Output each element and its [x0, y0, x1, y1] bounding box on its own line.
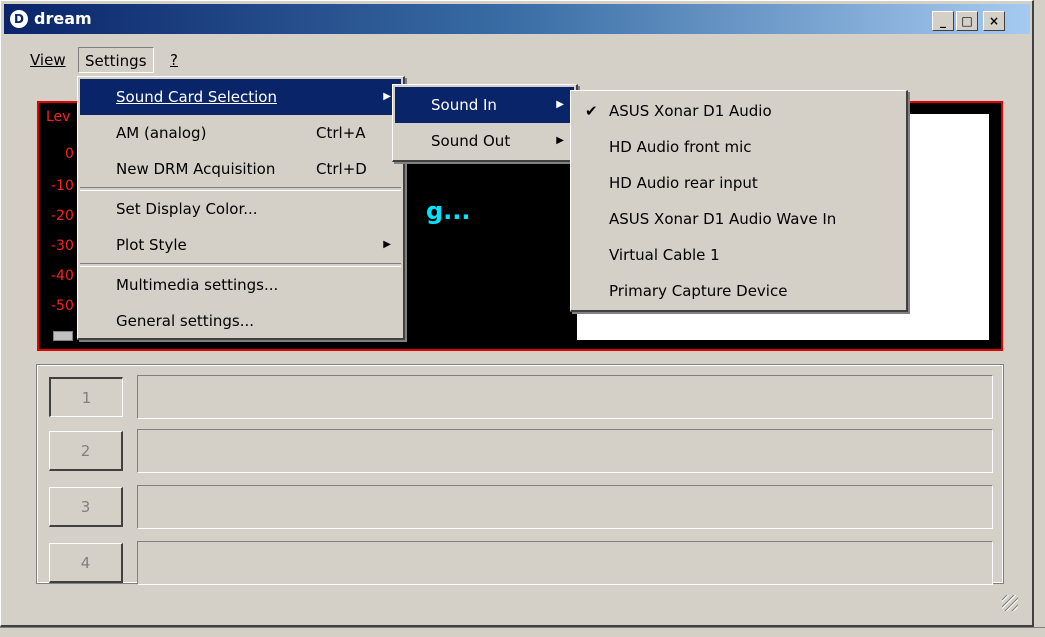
- service-button-1[interactable]: 1: [49, 377, 123, 417]
- menu-item-sound-card-selection[interactable]: Sound Card Selection ▶: [80, 79, 401, 115]
- service-field-1: [137, 375, 993, 419]
- menu-item-multimedia-settings[interactable]: Multimedia settings...: [80, 267, 401, 303]
- chevron-right-icon: ▶: [556, 135, 564, 146]
- settings-menu: Sound Card Selection ▶ AM (analog) Ctrl+A …: [77, 76, 405, 340]
- scale-label: -20: [51, 208, 74, 224]
- title-bar[interactable]: D dream _ □ ×: [4, 4, 1030, 34]
- menu-item-sound-in-device[interactable]: ASUS Xonar D1 Audio Wave In: [573, 201, 904, 237]
- level-label: Lev: [46, 109, 71, 125]
- close-button[interactable]: ×: [983, 11, 1005, 31]
- menu-item-new-drm-acquisition[interactable]: New DRM Acquisition Ctrl+D: [80, 151, 401, 187]
- menu-item-sound-in-device[interactable]: Virtual Cable 1: [573, 237, 904, 273]
- sound-in-submenu: ✔ ASUS Xonar D1 Audio HD Audio front mic…: [570, 90, 908, 312]
- service-button-3[interactable]: 3: [49, 487, 123, 527]
- resize-grip[interactable]: [1002, 595, 1018, 611]
- minimize-icon: _: [940, 14, 946, 28]
- maximize-button[interactable]: □: [956, 11, 978, 31]
- scale-label: -50: [51, 298, 74, 314]
- status-text: g...: [426, 197, 471, 225]
- window-title: dream: [34, 9, 92, 28]
- menu-item-sound-in[interactable]: Sound In ▶: [395, 87, 574, 123]
- menu-item-am-analog[interactable]: AM (analog) Ctrl+A: [80, 115, 401, 151]
- menu-item-sound-in-device[interactable]: ✔ ASUS Xonar D1 Audio: [573, 93, 904, 129]
- maximize-icon: □: [961, 14, 973, 28]
- close-icon: ×: [988, 14, 1000, 28]
- minimize-button[interactable]: _: [932, 11, 954, 31]
- menu-item-sound-in-device[interactable]: HD Audio rear input: [573, 165, 904, 201]
- sound-card-submenu: Sound In ▶ Sound Out ▶: [392, 84, 578, 162]
- menu-item-sound-in-device[interactable]: HD Audio front mic: [573, 129, 904, 165]
- menu-view[interactable]: View: [24, 47, 72, 73]
- menu-bar: View Settings ?: [4, 47, 1030, 73]
- service-field-4: [137, 541, 993, 585]
- scale-label: 0: [65, 146, 74, 162]
- menu-item-set-display-color[interactable]: Set Display Color...: [80, 191, 401, 227]
- scale-label: -10: [51, 178, 74, 194]
- level-meter: [53, 331, 73, 341]
- chevron-right-icon: ▶: [556, 99, 564, 110]
- service-button-2[interactable]: 2: [49, 431, 123, 471]
- menu-help[interactable]: ?: [164, 47, 184, 73]
- chevron-right-icon: ▶: [383, 239, 391, 250]
- menu-settings[interactable]: Settings: [78, 47, 154, 73]
- service-field-3: [137, 485, 993, 529]
- taskbar-strip: [0, 627, 1045, 637]
- service-button-4[interactable]: 4: [49, 543, 123, 583]
- scale-label: -40: [51, 268, 74, 284]
- menu-item-general-settings[interactable]: General settings...: [80, 303, 401, 339]
- menu-item-plot-style[interactable]: Plot Style ▶: [80, 227, 401, 263]
- checkmark-icon: ✔: [585, 102, 598, 120]
- scale-label: -30: [51, 238, 74, 254]
- menu-item-sound-in-device[interactable]: Primary Capture Device: [573, 273, 904, 309]
- menu-item-sound-out[interactable]: Sound Out ▶: [395, 123, 574, 159]
- chevron-right-icon: ▶: [383, 91, 391, 102]
- app-icon: D: [10, 10, 28, 28]
- service-field-2: [137, 429, 993, 473]
